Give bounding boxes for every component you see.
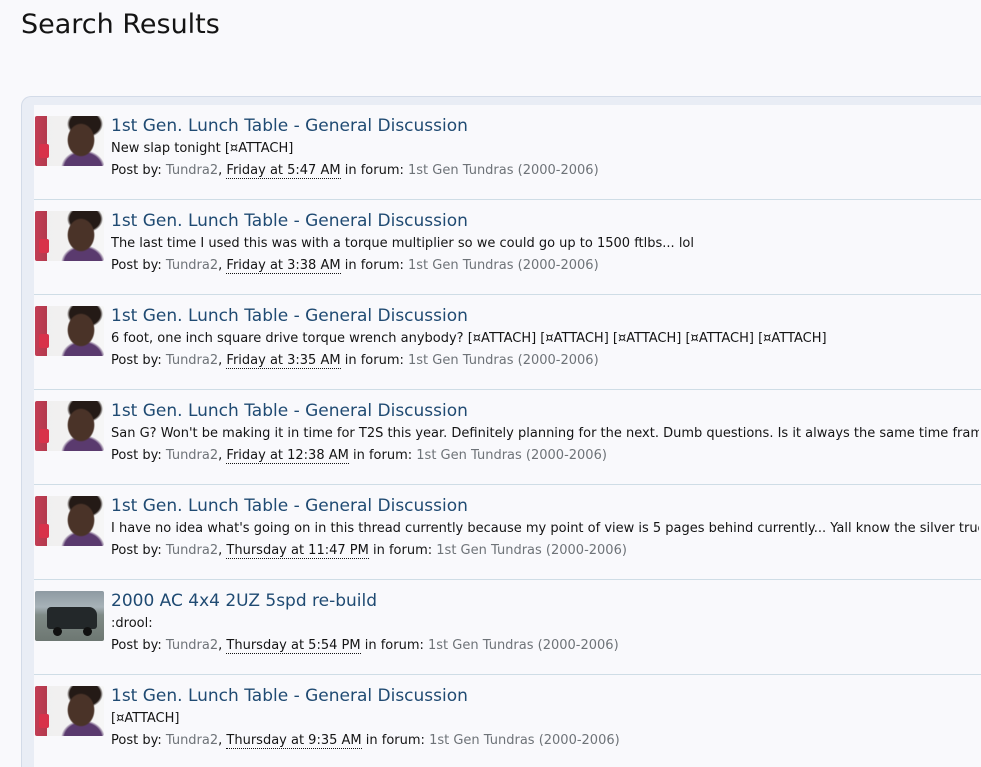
result-title-link[interactable]: 2000 AC 4x4 2UZ 5spd re-build bbox=[111, 590, 981, 612]
post-by-label: Post by: bbox=[111, 353, 162, 368]
result-body: 1st Gen. Lunch Table - General Discussio… bbox=[111, 305, 981, 370]
result-body: 1st Gen. Lunch Table - General Discussio… bbox=[111, 495, 981, 560]
result-snippet: I have no idea what's going on in this t… bbox=[111, 521, 979, 536]
result-snippet: [¤ATTACH] bbox=[111, 711, 180, 726]
forum-link[interactable]: 1st Gen Tundras (2000-2006) bbox=[428, 638, 619, 653]
person-avatar[interactable] bbox=[35, 496, 104, 546]
results-list: 1st Gen. Lunch Table - General Discussio… bbox=[34, 105, 981, 767]
post-date-link[interactable]: Friday at 3:38 AM bbox=[226, 258, 341, 274]
in-forum-label: in forum: bbox=[344, 163, 404, 178]
result-snippet: San G? Won't be making it in time for T2… bbox=[111, 426, 979, 441]
person-avatar[interactable] bbox=[35, 116, 104, 166]
in-forum-label: in forum: bbox=[364, 638, 424, 653]
result-meta: Post by: Tundra2, Friday at 12:38 AM in … bbox=[111, 447, 981, 465]
search-result-1: 1st Gen. Lunch Table - General Discussio… bbox=[34, 105, 981, 200]
result-title-link[interactable]: 1st Gen. Lunch Table - General Discussio… bbox=[111, 685, 981, 707]
result-title-link[interactable]: 1st Gen. Lunch Table - General Discussio… bbox=[111, 495, 981, 517]
person-avatar[interactable] bbox=[35, 306, 104, 356]
page-title: Search Results bbox=[21, 9, 220, 40]
truck-avatar[interactable] bbox=[35, 591, 104, 641]
author-link[interactable]: Tundra2 bbox=[166, 733, 218, 748]
forum-link[interactable]: 1st Gen Tundras (2000-2006) bbox=[408, 353, 599, 368]
search-result-5: 1st Gen. Lunch Table - General Discussio… bbox=[34, 485, 981, 580]
result-body: 1st Gen. Lunch Table - General Discussio… bbox=[111, 685, 981, 750]
post-date-link[interactable]: Friday at 5:47 AM bbox=[226, 163, 341, 179]
result-title-link[interactable]: 1st Gen. Lunch Table - General Discussio… bbox=[111, 115, 981, 137]
author-link[interactable]: Tundra2 bbox=[166, 353, 218, 368]
result-meta: Post by: Tundra2, Friday at 3:38 AM in f… bbox=[111, 257, 981, 275]
in-forum-label: in forum: bbox=[365, 733, 425, 748]
result-title-link[interactable]: 1st Gen. Lunch Table - General Discussio… bbox=[111, 305, 981, 327]
result-snippet: The last time I used this was with a tor… bbox=[111, 236, 694, 251]
in-forum-label: in forum: bbox=[344, 258, 404, 273]
search-result-7: 1st Gen. Lunch Table - General Discussio… bbox=[34, 675, 981, 767]
post-date-link[interactable]: Thursday at 11:47 PM bbox=[226, 543, 369, 559]
post-by-label: Post by: bbox=[111, 163, 162, 178]
forum-link[interactable]: 1st Gen Tundras (2000-2006) bbox=[408, 258, 599, 273]
author-link[interactable]: Tundra2 bbox=[166, 448, 218, 463]
forum-link[interactable]: 1st Gen Tundras (2000-2006) bbox=[408, 163, 599, 178]
person-avatar[interactable] bbox=[35, 686, 104, 736]
result-title-link[interactable]: 1st Gen. Lunch Table - General Discussio… bbox=[111, 210, 981, 232]
person-avatar[interactable] bbox=[35, 211, 104, 261]
author-link[interactable]: Tundra2 bbox=[166, 543, 218, 558]
search-result-2: 1st Gen. Lunch Table - General Discussio… bbox=[34, 200, 981, 295]
post-by-label: Post by: bbox=[111, 733, 162, 748]
in-forum-label: in forum: bbox=[352, 448, 413, 463]
result-meta: Post by: Tundra2, Friday at 3:35 AM in f… bbox=[111, 352, 981, 370]
forum-link[interactable]: 1st Gen Tundras (2000-2006) bbox=[436, 543, 627, 558]
results-panel: 1st Gen. Lunch Table - General Discussio… bbox=[21, 96, 981, 767]
author-link[interactable]: Tundra2 bbox=[166, 638, 218, 653]
result-meta: Post by: Tundra2, Thursday at 5:54 PM in… bbox=[111, 637, 981, 655]
result-meta: Post by: Tundra2, Thursday at 9:35 AM in… bbox=[111, 732, 981, 750]
in-forum-label: in forum: bbox=[372, 543, 433, 558]
search-result-4: 1st Gen. Lunch Table - General Discussio… bbox=[34, 390, 981, 485]
result-body: 1st Gen. Lunch Table - General Discussio… bbox=[111, 400, 981, 465]
person-avatar[interactable] bbox=[35, 401, 104, 451]
post-by-label: Post by: bbox=[111, 258, 162, 273]
post-date-link[interactable]: Friday at 3:35 AM bbox=[226, 353, 341, 369]
in-forum-label: in forum: bbox=[344, 353, 404, 368]
result-snippet: :drool: bbox=[111, 616, 153, 631]
result-snippet: 6 foot, one inch square drive torque wre… bbox=[111, 331, 827, 346]
search-result-3: 1st Gen. Lunch Table - General Discussio… bbox=[34, 295, 981, 390]
result-meta: Post by: Tundra2, Thursday at 11:47 PM i… bbox=[111, 542, 981, 560]
result-body: 1st Gen. Lunch Table - General Discussio… bbox=[111, 210, 981, 275]
post-by-label: Post by: bbox=[111, 543, 162, 558]
result-snippet: New slap tonight [¤ATTACH] bbox=[111, 141, 294, 156]
post-by-label: Post by: bbox=[111, 448, 162, 463]
forum-link[interactable]: 1st Gen Tundras (2000-2006) bbox=[416, 448, 607, 463]
post-date-link[interactable]: Thursday at 5:54 PM bbox=[226, 638, 361, 654]
result-body: 1st Gen. Lunch Table - General Discussio… bbox=[111, 115, 981, 180]
search-result-6: 2000 AC 4x4 2UZ 5spd re-build :drool: Po… bbox=[34, 580, 981, 675]
author-link[interactable]: Tundra2 bbox=[166, 258, 218, 273]
result-body: 2000 AC 4x4 2UZ 5spd re-build :drool: Po… bbox=[111, 590, 981, 655]
post-date-link[interactable]: Friday at 12:38 AM bbox=[226, 448, 349, 464]
author-link[interactable]: Tundra2 bbox=[166, 163, 218, 178]
forum-link[interactable]: 1st Gen Tundras (2000-2006) bbox=[429, 733, 620, 748]
search-results-page: Search Results 1st Gen. Lunch Table - Ge… bbox=[0, 0, 981, 767]
post-by-label: Post by: bbox=[111, 638, 162, 653]
post-date-link[interactable]: Thursday at 9:35 AM bbox=[226, 733, 362, 749]
result-title-link[interactable]: 1st Gen. Lunch Table - General Discussio… bbox=[111, 400, 981, 422]
result-meta: Post by: Tundra2, Friday at 5:47 AM in f… bbox=[111, 162, 981, 180]
